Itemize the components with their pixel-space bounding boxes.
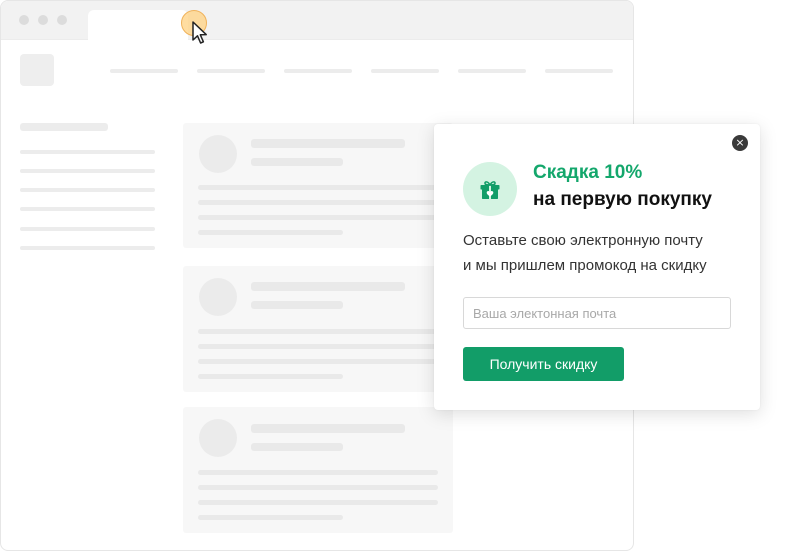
site-logo-placeholder <box>20 54 54 86</box>
get-discount-button[interactable]: Получить скидку <box>463 347 624 381</box>
discount-popup: × Скадка 10% на первую покупку Оставьте … <box>434 124 760 410</box>
content-card-placeholder <box>183 123 453 248</box>
nav-item-placeholder <box>371 69 439 73</box>
email-field[interactable] <box>463 297 731 329</box>
text-line-placeholder <box>198 344 438 349</box>
nav-item-placeholder <box>284 69 352 73</box>
nav-item-placeholder <box>197 69 265 73</box>
browser-tab[interactable] <box>88 10 188 40</box>
content-card-placeholder <box>183 266 453 392</box>
text-line-placeholder <box>251 443 343 451</box>
text-line-placeholder <box>198 374 343 379</box>
nav-item-placeholder <box>458 69 526 73</box>
gift-icon <box>480 181 500 199</box>
text-line-placeholder <box>198 185 438 190</box>
sidebar-item-placeholder <box>20 227 155 231</box>
mouse-cursor-icon <box>192 21 207 44</box>
sidebar-item-placeholder <box>20 150 155 154</box>
text-line-placeholder <box>198 215 438 220</box>
nav-item-placeholder <box>110 69 178 73</box>
content-card-placeholder <box>183 407 453 533</box>
text-line-placeholder <box>198 359 438 364</box>
avatar-placeholder <box>199 135 237 173</box>
avatar-placeholder <box>199 419 237 457</box>
close-button[interactable]: × <box>732 135 748 151</box>
promo-title: Скадка 10% <box>533 162 643 183</box>
nav-item-placeholder <box>545 69 613 73</box>
text-line-placeholder <box>198 500 438 505</box>
window-control-maximize[interactable] <box>57 15 67 25</box>
promo-subtitle: на первую покупку <box>533 189 712 210</box>
window-control-close[interactable] <box>19 15 29 25</box>
gift-icon-badge <box>463 162 517 216</box>
avatar-placeholder <box>199 278 237 316</box>
text-line-placeholder <box>198 470 438 475</box>
sidebar-item-placeholder <box>20 207 155 211</box>
text-line-placeholder <box>251 139 405 148</box>
sidebar-item-placeholder <box>20 246 155 250</box>
text-line-placeholder <box>198 329 438 334</box>
text-line-placeholder <box>198 200 438 205</box>
window-control-minimize[interactable] <box>38 15 48 25</box>
promo-description-line-2: и мы пришлем промокод на скидку <box>463 257 707 274</box>
text-line-placeholder <box>198 515 343 520</box>
browser-titlebar <box>1 1 633 40</box>
sidebar-item-placeholder <box>20 188 155 192</box>
sidebar-item-placeholder <box>20 169 155 173</box>
text-line-placeholder <box>198 230 343 235</box>
text-line-placeholder <box>251 158 343 166</box>
text-line-placeholder <box>251 424 405 433</box>
sidebar-heading-placeholder <box>20 123 108 131</box>
text-line-placeholder <box>198 485 438 490</box>
text-line-placeholder <box>251 282 405 291</box>
text-line-placeholder <box>251 301 343 309</box>
promo-description-line-1: Оставьте свою электронную почту <box>463 232 703 249</box>
